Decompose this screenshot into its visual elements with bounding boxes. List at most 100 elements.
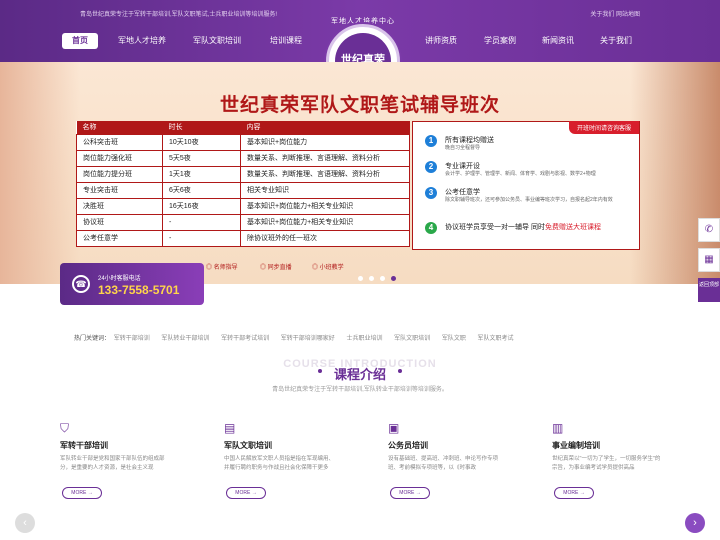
prev-arrow-icon[interactable]: ‹ (15, 513, 35, 533)
table-cell: 公科突击班 (76, 133, 163, 151)
step-title-highlight: 免费赠送大班课程 (544, 224, 601, 231)
briefcase-icon: ▣ (388, 421, 400, 435)
step-number: 3 (425, 187, 437, 199)
arrow-right-icon: → (579, 490, 585, 496)
next-arrow-icon[interactable]: › (685, 513, 705, 533)
table-cell: 决胜班 (76, 197, 163, 215)
carousel-dot[interactable] (358, 276, 363, 281)
phone-icon: ☎ (72, 275, 90, 293)
keyword-link[interactable]: 军队转业干部培训 (161, 336, 209, 342)
step-subtitle: 晚自习全程督导 (445, 145, 481, 151)
course-title: 事业编制培训 (552, 441, 600, 450)
feature-label: 小班教学 (319, 265, 344, 271)
nav-instructors[interactable]: 讲师资质 (418, 33, 464, 49)
qrcode-icon[interactable]: ▦ (698, 248, 720, 272)
hotline-label: 24小时客服电话 (98, 276, 141, 282)
table-cell: 除协议班外的任一班次 (240, 229, 410, 247)
table-cell: 公考任意学 (76, 229, 163, 247)
table-cell: 相关专业知识 (240, 181, 410, 199)
carousel-dot[interactable] (369, 276, 374, 281)
table-cell: - (162, 213, 241, 231)
consult-icon[interactable]: ✆ (698, 218, 720, 242)
course-desc: 军队转业干部是党和国家干部队伍的组成部分，是重要的人才资源，是社会主义现 (60, 456, 165, 471)
site-tagline: 青岛世纪真荣专注于军转干部培训,军队文职笔试,士兵职业培训等培训服务! (80, 12, 278, 18)
keyword-link[interactable]: 军转干部培训哪家好 (281, 336, 335, 342)
nav-cases[interactable]: 学员案例 (478, 33, 522, 49)
class-time-tag: 开班时间请咨询客服 (568, 121, 639, 134)
course-title: 公务员培训 (388, 441, 428, 450)
benefits-panel: 开班时间请咨询客服 1 所有课程均赠送 晚自习全程督导 2 专业课开设 会计学、… (412, 121, 640, 250)
more-button[interactable]: MORE → (226, 487, 266, 499)
table-cell: 专业突击班 (76, 181, 163, 199)
table-cell: 岗位能力提分班 (76, 165, 163, 183)
keyword-link[interactable]: 军队文职 (442, 336, 466, 342)
table-row: 专业突击班 6天6夜 相关专业知识 (76, 181, 410, 199)
title-dot (398, 369, 402, 373)
step-subtitle: 会计学、护理学、管理学、新闻、体育学、戏剧与影视、数学2+物理 (445, 171, 596, 177)
more-label: MORE (235, 490, 251, 496)
nav-courses[interactable]: 培训课程 (262, 33, 310, 49)
step-subtitle: 除文职辅导班次，还可参加公务员、事业编等班次学习，自报名起2年内有效 (445, 197, 613, 203)
nav-civil-training[interactable]: 军队文职培训 (186, 33, 248, 49)
table-cell: 1天1夜 (162, 165, 241, 183)
step-title-text: 协议班学员享受一对一辅导 同时 (445, 224, 545, 231)
carousel-dot[interactable] (391, 276, 396, 281)
nav-about[interactable]: 关于我们 (594, 33, 638, 49)
hotline-number: 133-7558-5701 (98, 283, 180, 297)
table-row: 协议班 - 基本知识+岗位能力+相关专业知识 (76, 213, 410, 231)
keyword-link[interactable]: 士兵职业培训 (346, 336, 382, 342)
arrow-right-icon: → (87, 490, 93, 496)
keyword-link[interactable]: 军队文职考试 (478, 336, 514, 342)
nav-news[interactable]: 新闻资讯 (536, 33, 580, 49)
table-cell: 数量关系、判断推理、言语理解、资料分析 (240, 149, 410, 167)
nav-home[interactable]: 首页 (62, 33, 98, 49)
table-header: 内容 (240, 121, 410, 134)
keyword-link[interactable]: 军转干部考试培训 (221, 336, 269, 342)
feature-label: 名师指导 (213, 265, 238, 271)
table-row: 公考任意学 - 除协议班外的任一班次 (76, 229, 410, 247)
table-row: 岗位能力提分班 1天1夜 数量关系、判断推理、言语理解、资料分析 (76, 165, 410, 183)
more-button[interactable]: MORE → (62, 487, 102, 499)
arrow-right-icon: → (251, 490, 257, 496)
table-cell: 基本知识+岗位能力 (240, 133, 410, 151)
table-cell: - (162, 229, 241, 247)
table-cell: 5天5夜 (162, 149, 241, 167)
course-desc: 世纪真荣以"一切为了学生，一切服务学生"的宗旨，为事业编考试学员提供高品 (552, 456, 661, 471)
step-number: 4 (425, 222, 437, 234)
course-title: 军转干部培训 (60, 441, 108, 450)
keyword-link[interactable]: 军队文职培训 (394, 336, 430, 342)
more-label: MORE (71, 490, 87, 496)
step-number: 2 (425, 161, 437, 173)
banner-headline: 世纪真荣军队文职笔试辅导班次 (219, 95, 500, 116)
section-subtitle: 青岛世纪真荣专注于军转干部培训,军队转业干部培训等培训服务。 (272, 387, 448, 393)
carousel-dots (358, 268, 402, 286)
hotline-box[interactable]: ☎ 24小时客服电话 133-7558-5701 (60, 263, 204, 305)
more-button[interactable]: MORE → (390, 487, 430, 499)
shield-icon: ⛉ (60, 421, 70, 435)
more-button[interactable]: MORE → (554, 487, 594, 499)
nav-talent[interactable]: 军地人才培养 (112, 33, 172, 49)
feature-tag: ◎ 同步直播 (260, 265, 292, 271)
more-label: MORE (563, 490, 579, 496)
course-desc: 中国人民解放军文职人员指是指在军现编用、并履行聘约职务与作战且社会化保障干更多 (224, 456, 335, 471)
table-header: 时长 (162, 121, 241, 134)
table-header-row: 名称 时长 内容 (76, 121, 410, 134)
class-table: 名称 时长 内容 公科突击班 10天10夜 基本知识+岗位能力 岗位能力强化班 5天5… (76, 121, 410, 247)
top-links[interactable]: 关于我们 网站地图 (590, 9, 640, 18)
table-cell: 岗位能力强化班 (76, 149, 163, 167)
title-dot (318, 369, 322, 373)
table-row: 决胜班 16天16夜 基本知识+岗位能力+相关专业知识 (76, 197, 410, 215)
feature-tag: ◎ 小班教学 (312, 265, 344, 271)
carousel-dot[interactable] (380, 276, 385, 281)
feature-tag: ◎ 名师指导 (206, 265, 238, 271)
feature-label: 同步直播 (267, 265, 292, 271)
table-row: 公科突击班 10天10夜 基本知识+岗位能力 (76, 133, 410, 151)
arrow-right-icon: → (415, 490, 421, 496)
table-cell: 基本知识+岗位能力+相关专业知识 (240, 213, 410, 231)
more-label: MORE (399, 490, 415, 496)
hot-keywords: 热门关键词： 军转干部培训 军队转业干部培训 军转干部考试培训 军转干部培训哪家… (74, 333, 524, 342)
back-to-top-button[interactable]: 返回顶部 (698, 278, 720, 302)
hot-keywords-label: 热门关键词： (74, 336, 111, 342)
keyword-link[interactable]: 军转干部培训 (114, 336, 150, 342)
table-cell: 6天6夜 (162, 181, 241, 199)
